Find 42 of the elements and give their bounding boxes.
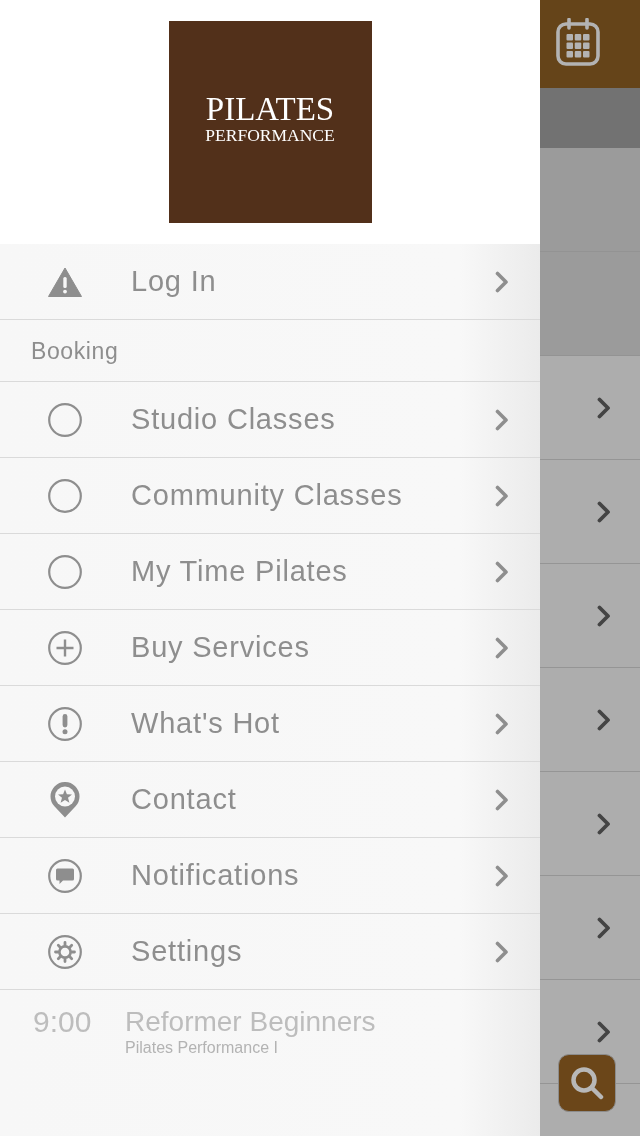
chevron-right-icon	[495, 270, 509, 293]
chevron-right-icon	[495, 940, 509, 963]
search-button[interactable]	[558, 1054, 616, 1112]
class-location: Pilates Performance I	[125, 1038, 278, 1058]
menu-item[interactable]: Studio Classes	[0, 382, 540, 458]
location-pin-icon	[50, 781, 80, 818]
menu-item[interactable]: Buy Services	[0, 610, 540, 686]
ring-icon	[48, 478, 82, 513]
chevron-right-icon	[495, 788, 509, 811]
menu-item[interactable]: Notifications	[0, 838, 540, 914]
gear-icon	[48, 934, 82, 969]
search-icon	[570, 1066, 604, 1100]
menu-item[interactable]: My Time Pilates	[0, 534, 540, 610]
menu-item[interactable]: Settings	[0, 914, 540, 990]
plus-icon	[48, 630, 82, 665]
ring-icon	[48, 554, 82, 589]
menu-item[interactable]: Log In	[0, 244, 540, 320]
class-time: 9:00	[33, 1006, 93, 1040]
chevron-right-icon	[597, 604, 611, 627]
chevron-right-icon	[597, 1020, 611, 1043]
chevron-right-icon	[495, 636, 509, 659]
chat-bubble-icon	[48, 858, 82, 893]
chevron-right-icon	[597, 500, 611, 523]
chevron-right-icon	[597, 812, 611, 835]
menu-item[interactable]: What's Hot	[0, 686, 540, 762]
exclamation-icon	[48, 706, 82, 741]
logo-subtitle: PERFORMANCE	[205, 126, 335, 144]
warning-icon	[48, 266, 82, 297]
chevron-right-icon	[495, 712, 509, 735]
menu-item[interactable]: Community Classes	[0, 458, 540, 534]
calendar-icon[interactable]	[556, 18, 600, 66]
chevron-right-icon	[495, 408, 509, 431]
chevron-right-icon	[495, 560, 509, 583]
chevron-right-icon	[597, 916, 611, 939]
chevron-right-icon	[495, 864, 509, 887]
chevron-right-icon	[495, 484, 509, 507]
menu-item[interactable]: Contact	[0, 762, 540, 838]
ring-icon	[48, 402, 82, 437]
class-title: Reformer Beginners	[125, 1006, 376, 1038]
chevron-right-icon	[597, 396, 611, 419]
chevron-right-icon	[597, 708, 611, 731]
logo-title: PILATES	[205, 92, 335, 126]
